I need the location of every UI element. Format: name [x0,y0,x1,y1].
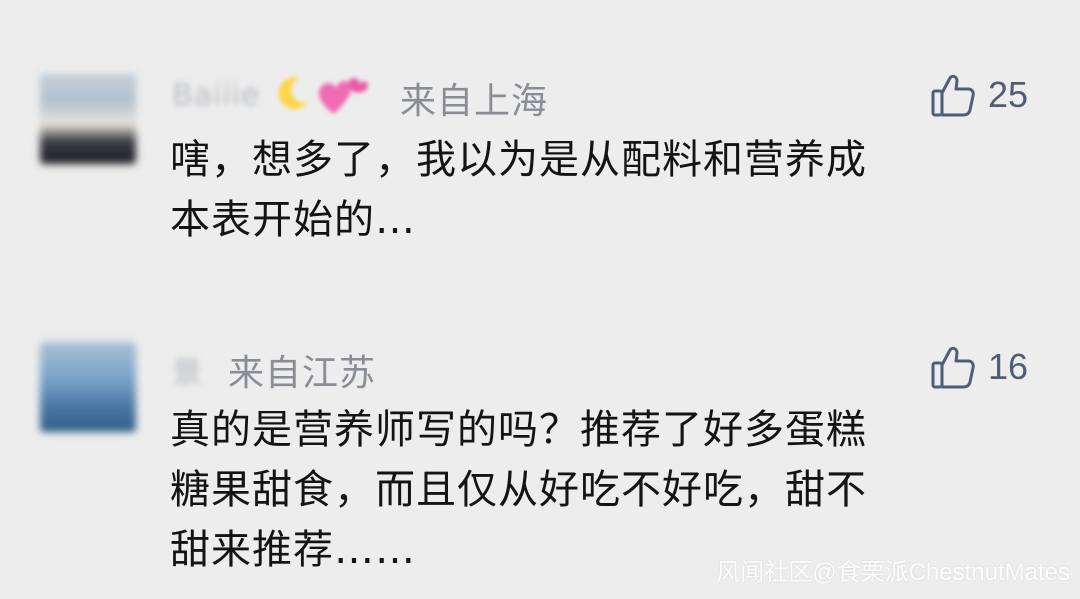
thumbs-up-icon [931,74,975,117]
comment-item: 景 来自江苏 16 真的是营养师写的吗？推荐了好多蛋糕 糖果甜食，而且仅从好吃不… [0,330,1080,590]
like-count: 25 [987,74,1028,115]
pink-heart-icon [318,78,368,114]
comment-text: 嗐，想多了，我以为是从配料和营养成 本表开始的… [170,137,867,243]
crescent-moon-icon [278,77,308,110]
avatar[interactable] [40,74,136,164]
location-label: 来自江苏 [228,353,377,394]
like-count: 16 [987,346,1028,387]
author-name[interactable]: Baiiie [172,78,260,113]
location-label: 来自上海 [400,81,549,122]
like-button[interactable]: 16 [930,344,1028,390]
comment-item: Baiiie 来自上海 25 嗐，想多了，我以为是从配料和营养成 本表开始的… [0,60,1080,260]
avatar[interactable] [40,342,136,432]
like-button[interactable]: 25 [930,72,1028,118]
watermark: 风闻社区@食栗派ChestnutMates [716,559,1070,586]
thumbs-up-icon [931,346,975,389]
author-name[interactable]: 景 [172,348,203,392]
